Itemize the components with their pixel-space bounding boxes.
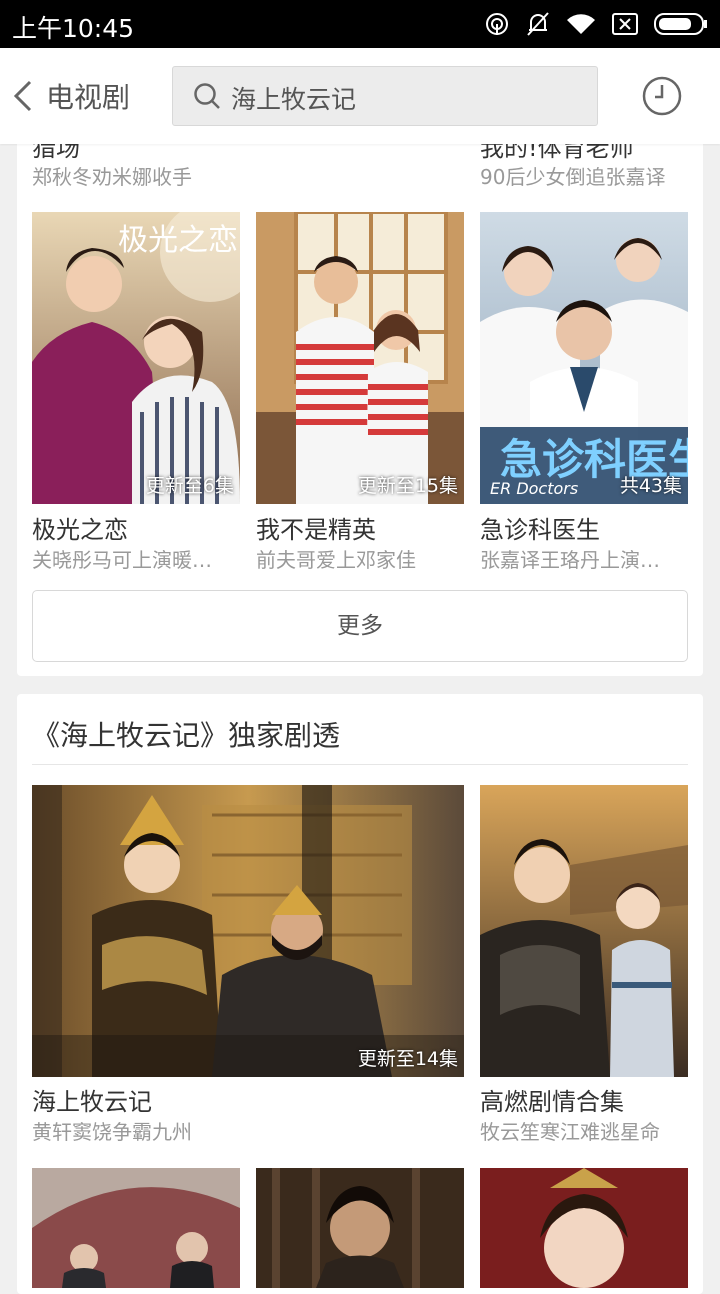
search-box[interactable]: 海上牧云记 <box>172 66 598 126</box>
section-title: 《海上牧云记》独家剧透 <box>32 719 341 752</box>
poster-not-elite[interactable]: 更新至15集 <box>256 212 464 504</box>
poster-next-3[interactable] <box>480 1168 688 1288</box>
episode-badge: 更新至14集 <box>357 1048 458 1070</box>
list-item-subtitle: 90后少女倒追张嘉译 <box>480 165 666 189</box>
hotspot-icon <box>484 11 510 37</box>
poster-logo-text: 极光之恋 <box>118 223 238 258</box>
poster-aurora[interactable]: 极光之恋 更新至6集 <box>32 212 240 504</box>
poster-image <box>256 212 464 504</box>
list-item-subtitle: 郑秋冬劝米娜收手 <box>32 165 192 189</box>
drama-title[interactable]: 极光之恋 <box>32 510 128 545</box>
sim-icon <box>612 13 638 35</box>
battery-icon <box>654 13 708 35</box>
search-input[interactable]: 海上牧云记 <box>231 80 356 116</box>
drama-list-card: 猎场 郑秋冬劝米娜收手 我的!体育老师 90后少女倒追张嘉译 极光之恋 更新至6… <box>17 126 703 676</box>
poster-highlights[interactable] <box>480 785 688 1077</box>
drama-title[interactable]: 高燃剧情合集 <box>480 1082 624 1117</box>
poster-image: 急诊科医生 ER Doctors <box>480 212 688 504</box>
status-icons <box>484 10 708 38</box>
top-bar: 电视剧 海上牧云记 <box>0 48 720 144</box>
episode-badge: 共43集 <box>619 475 682 497</box>
drama-subtitle: 张嘉译王珞丹上演… <box>480 548 660 572</box>
page-title: 电视剧 <box>46 81 131 114</box>
divider <box>32 764 688 765</box>
episode-badge: 更新至15集 <box>357 475 458 497</box>
episode-badge: 更新至6集 <box>145 475 234 497</box>
search-icon <box>194 83 220 109</box>
poster-image <box>480 785 688 1077</box>
drama-subtitle: 黄轩窦饶争霸九州 <box>32 1120 192 1144</box>
bell-off-icon <box>526 11 550 37</box>
poster-image: 极光之恋 <box>32 212 240 504</box>
status-bar: 上午10:45 <box>0 0 720 48</box>
more-button[interactable]: 更多 <box>32 590 688 662</box>
poster-image <box>480 1168 688 1288</box>
drama-subtitle: 关晓彤马可上演暖… <box>32 548 212 572</box>
back-chevron-icon <box>13 80 32 112</box>
back-button[interactable] <box>12 78 36 114</box>
drama-title[interactable]: 我不是精英 <box>256 510 376 545</box>
poster-next-1[interactable] <box>32 1168 240 1288</box>
poster-image <box>32 785 464 1077</box>
poster-haishang-muyunji[interactable]: 更新至14集 <box>32 785 464 1077</box>
drama-subtitle: 牧云笙寒江难逃星命 <box>480 1120 660 1144</box>
poster-next-2[interactable] <box>256 1168 464 1288</box>
spoiler-card: 《海上牧云记》独家剧透 更新至14集 海上牧云记 黄轩窦饶争霸九州 高燃剧情合集… <box>17 694 703 1294</box>
drama-title[interactable]: 急诊科医生 <box>480 510 600 545</box>
wifi-icon <box>566 12 596 36</box>
history-button[interactable] <box>642 76 682 120</box>
drama-subtitle: 前夫哥爱上邓家佳 <box>256 548 416 572</box>
poster-logo-subtext: ER Doctors <box>490 479 578 498</box>
poster-image <box>256 1168 464 1288</box>
poster-image <box>32 1168 240 1288</box>
poster-er-doctors[interactable]: 急诊科医生 ER Doctors 共43集 <box>480 212 688 504</box>
status-time: 上午10:45 <box>12 14 135 43</box>
clock-icon <box>642 76 682 116</box>
drama-title[interactable]: 海上牧云记 <box>32 1082 152 1117</box>
